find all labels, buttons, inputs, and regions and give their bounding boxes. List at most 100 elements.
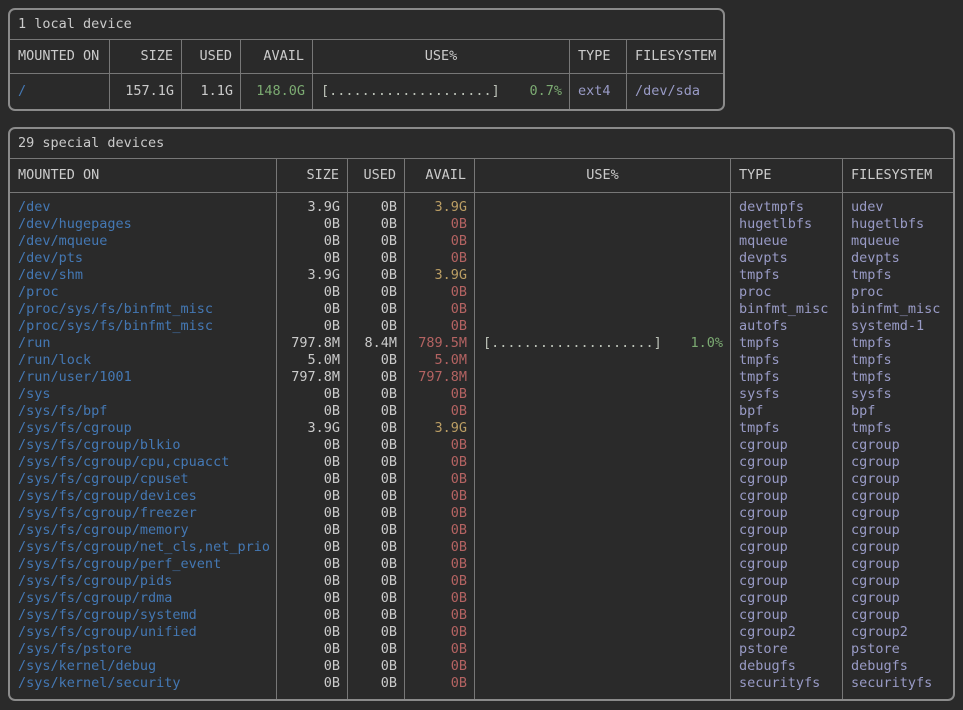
cell-avail: 0B	[405, 539, 475, 556]
cell-avail: 0B	[405, 488, 475, 505]
cell-mounted-on: /proc	[10, 284, 277, 301]
table-row: /sys/fs/cgroup/cpu,cpuacct0B0B0Bcgroupcg…	[10, 454, 953, 471]
cell-used: 0B	[348, 420, 405, 437]
cell-use-percent	[475, 539, 731, 556]
cell-size: 797.8M	[277, 335, 348, 352]
cell-size: 0B	[277, 437, 348, 454]
cell-used: 0B	[348, 454, 405, 471]
cell-avail: 0B	[405, 301, 475, 318]
cell-size: 0B	[277, 624, 348, 641]
table-row: /dev3.9G0B3.9Gdevtmpfsudev	[10, 199, 953, 216]
cell-used: 1.1G	[182, 83, 241, 100]
table-title: 1 local device	[18, 16, 132, 32]
cell-avail: 0B	[405, 624, 475, 641]
cell-type: cgroup	[731, 590, 843, 607]
table-row: /proc/sys/fs/binfmt_misc0B0B0Bbinfmt_mis…	[10, 301, 953, 318]
cell-type: tmpfs	[731, 369, 843, 386]
cell-filesystem: systemd-1	[843, 318, 953, 335]
cell-filesystem: tmpfs	[843, 369, 953, 386]
usage-percent: 0.7%	[529, 83, 562, 100]
cell-use-percent	[475, 233, 731, 250]
cell-size: 0B	[277, 641, 348, 658]
cell-avail: 0B	[405, 658, 475, 675]
usage-bar: [....................]	[321, 83, 500, 100]
cell-use-percent	[475, 352, 731, 369]
cell-type: bpf	[731, 403, 843, 420]
cell-size: 0B	[277, 284, 348, 301]
table-row: /sys/fs/cgroup/blkio0B0B0Bcgroupcgroup	[10, 437, 953, 454]
column-header-type: TYPE	[731, 159, 843, 192]
cell-used: 0B	[348, 658, 405, 675]
cell-size: 0B	[277, 658, 348, 675]
cell-use-percent	[475, 675, 731, 692]
table-row: /sys/kernel/security0B0B0Bsecurityfssecu…	[10, 675, 953, 692]
cell-size: 0B	[277, 233, 348, 250]
cell-use-percent	[475, 607, 731, 624]
cell-type: cgroup	[731, 556, 843, 573]
cell-type: cgroup2	[731, 624, 843, 641]
cell-size: 0B	[277, 590, 348, 607]
cell-avail: 5.0M	[405, 352, 475, 369]
column-header-avail: AVAIL	[241, 40, 313, 73]
cell-filesystem: pstore	[843, 641, 953, 658]
cell-avail: 3.9G	[405, 267, 475, 284]
cell-used: 0B	[348, 216, 405, 233]
cell-type: mqueue	[731, 233, 843, 250]
cell-filesystem: tmpfs	[843, 335, 953, 352]
cell-size: 0B	[277, 454, 348, 471]
special-devices-table: 29 special devicesMOUNTED ONSIZEUSEDAVAI…	[8, 127, 955, 701]
cell-type: securityfs	[731, 675, 843, 692]
cell-filesystem: proc	[843, 284, 953, 301]
cell-avail: 0B	[405, 590, 475, 607]
cell-size: 0B	[277, 522, 348, 539]
table-row: /sys/fs/cgroup/unified0B0B0Bcgroup2cgrou…	[10, 624, 953, 641]
cell-mounted-on: /sys/fs/cgroup/memory	[10, 522, 277, 539]
column-header-size: SIZE	[110, 40, 182, 73]
cell-filesystem: securityfs	[843, 675, 953, 692]
cell-filesystem: cgroup	[843, 522, 953, 539]
cell-mounted-on: /sys/fs/cgroup/devices	[10, 488, 277, 505]
cell-mounted-on: /sys/fs/pstore	[10, 641, 277, 658]
cell-size: 0B	[277, 607, 348, 624]
cell-type: proc	[731, 284, 843, 301]
cell-size: 157.1G	[110, 83, 182, 100]
table-row: /sys/fs/cgroup/cpuset0B0B0Bcgroupcgroup	[10, 471, 953, 488]
cell-used: 0B	[348, 556, 405, 573]
cell-type: ext4	[570, 83, 627, 100]
table-body: /dev3.9G0B3.9Gdevtmpfsudev/dev/hugepages…	[10, 193, 953, 699]
cell-filesystem: debugfs	[843, 658, 953, 675]
table-row: /dev/mqueue0B0B0Bmqueuemqueue	[10, 233, 953, 250]
cell-filesystem: cgroup	[843, 437, 953, 454]
cell-filesystem: cgroup	[843, 505, 953, 522]
table-row: /dev/pts0B0B0Bdevptsdevpts	[10, 250, 953, 267]
cell-type: cgroup	[731, 471, 843, 488]
cell-filesystem: cgroup	[843, 539, 953, 556]
table-row: /sys/fs/cgroup/systemd0B0B0Bcgroupcgroup	[10, 607, 953, 624]
cell-avail: 797.8M	[405, 369, 475, 386]
cell-mounted-on: /sys/kernel/debug	[10, 658, 277, 675]
cell-filesystem: tmpfs	[843, 267, 953, 284]
cell-used: 0B	[348, 641, 405, 658]
cell-size: 3.9G	[277, 267, 348, 284]
cell-type: autofs	[731, 318, 843, 335]
cell-mounted-on: /run	[10, 335, 277, 352]
table-row: /sys/fs/cgroup/rdma0B0B0Bcgroupcgroup	[10, 590, 953, 607]
cell-used: 0B	[348, 675, 405, 692]
cell-filesystem: cgroup	[843, 607, 953, 624]
cell-used: 0B	[348, 539, 405, 556]
cell-use-percent	[475, 437, 731, 454]
table-row: /sys/kernel/debug0B0B0Bdebugfsdebugfs	[10, 658, 953, 675]
cell-type: sysfs	[731, 386, 843, 403]
cell-used: 0B	[348, 318, 405, 335]
cell-avail: 148.0G	[241, 83, 313, 100]
cell-filesystem: cgroup2	[843, 624, 953, 641]
column-header-filesystem: FILESYSTEM	[627, 40, 723, 73]
cell-use-percent: [....................] 0.7%	[313, 83, 570, 100]
cell-size: 5.0M	[277, 352, 348, 369]
cell-used: 0B	[348, 301, 405, 318]
column-header-mounted-on: MOUNTED ON	[10, 40, 110, 73]
cell-used: 0B	[348, 284, 405, 301]
column-header-used: USED	[182, 40, 241, 73]
table-row: /sys/fs/cgroup/net_cls,net_prio0B0B0Bcgr…	[10, 539, 953, 556]
cell-mounted-on: /sys	[10, 386, 277, 403]
